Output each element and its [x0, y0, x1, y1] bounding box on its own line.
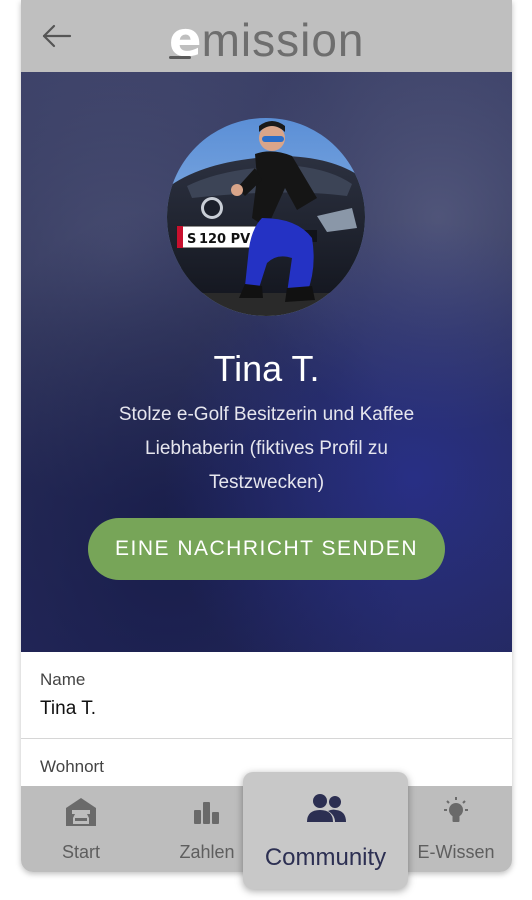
nav-start[interactable]: Start	[41, 786, 121, 872]
name-label: Name	[40, 670, 86, 689]
profile-info: Name Tina T. Wohnort	[21, 652, 512, 792]
nav-zahlen[interactable]: Zahlen	[167, 786, 247, 872]
name-value: Tina T.	[40, 698, 96, 719]
profile-name: Tina T.	[213, 348, 320, 389]
license-plate: S 120 PV	[187, 232, 250, 247]
nav-community[interactable]: Community	[243, 772, 408, 889]
avatar-photo: S 120 PV	[167, 118, 365, 316]
users-icon	[306, 794, 346, 822]
nav-community-label: Community	[264, 844, 387, 871]
bar-chart-icon	[194, 802, 219, 824]
divider	[21, 738, 512, 739]
profile-bio: Stolze e-Golf Besitzerin und Kaffee Lieb…	[118, 404, 415, 493]
arrow-left-icon	[42, 24, 72, 48]
nav-ewissen-label: E-Wissen	[417, 842, 495, 862]
logo-underline	[169, 56, 191, 59]
residence-field: Wohnort	[40, 757, 104, 777]
app-header: e mission	[21, 0, 512, 72]
back-button[interactable]	[39, 18, 75, 54]
profile-avatar: S 120 PV	[167, 118, 365, 316]
name-field: Name Tina T.	[40, 670, 96, 720]
nav-start-label: Start	[61, 842, 100, 862]
logo-text: mission	[201, 14, 365, 66]
residence-label: Wohnort	[40, 757, 104, 776]
nav-zahlen-label: Zahlen	[179, 842, 235, 862]
nav-ewissen[interactable]: E-Wissen	[406, 786, 506, 872]
lightbulb-icon	[444, 797, 468, 822]
app-screen: e mission S 120 PV Tina T. Stolze e-Golf…	[21, 0, 512, 872]
send-message-button[interactable]: EINE NACHRICHT SENDEN	[88, 518, 445, 580]
profile-hero: S 120 PV Tina T. Stolze e-Golf Besitzeri…	[21, 72, 512, 652]
app-logo: e mission	[169, 10, 365, 64]
garage-icon	[66, 798, 96, 826]
